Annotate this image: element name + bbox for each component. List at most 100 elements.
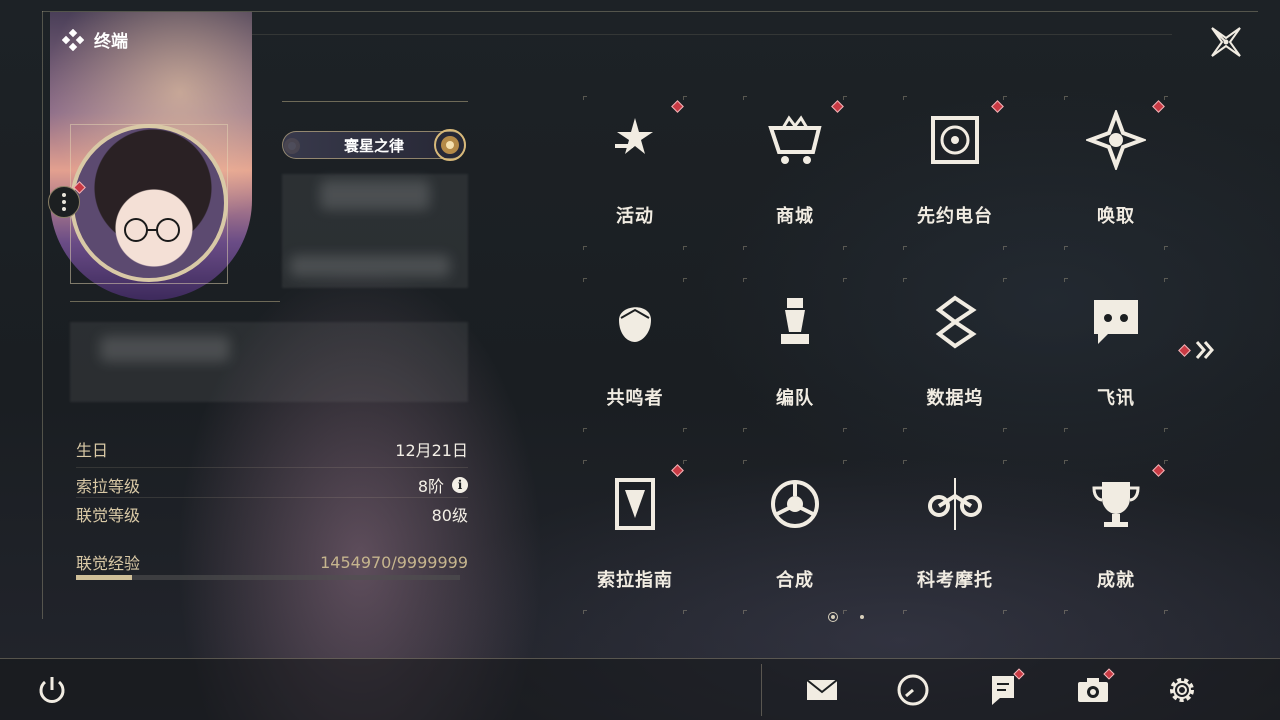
cell-corner-marker <box>1003 246 1007 250</box>
next-page-badge <box>1178 343 1191 357</box>
blurred-uid <box>290 255 450 277</box>
title-badge-text: 寰星之律 <box>343 136 404 155</box>
summon-compass-icon <box>1080 104 1152 176</box>
cell-corner-marker <box>1164 246 1168 250</box>
menu-item-badge <box>1152 464 1165 477</box>
menu-item-badge <box>671 100 684 113</box>
motorbike-icon <box>928 478 982 530</box>
menu-item-label: 唤取 <box>1097 206 1135 227</box>
info-value: 8阶 <box>417 477 444 496</box>
info-row-birthday: 生日 12月21日 <box>76 437 468 461</box>
menu-item-activity[interactable]: 活动 <box>585 98 685 248</box>
cell-corner-marker <box>843 278 847 282</box>
cell-corner-marker <box>1064 428 1068 432</box>
power-button[interactable] <box>32 670 72 710</box>
cell-corner-marker <box>1003 428 1007 432</box>
info-value: 80级 <box>431 506 468 525</box>
menu-item-label: 数据坞 <box>926 388 984 409</box>
menu-item-synthesis[interactable]: 合成 <box>745 462 845 612</box>
cell-corner-marker <box>843 460 847 464</box>
cell-corner-marker <box>743 246 747 250</box>
info-icon[interactable]: i <box>452 477 468 493</box>
menu-item-resonator-profile[interactable]: 共鸣者 <box>585 280 685 430</box>
blurred-signature-area <box>70 322 468 402</box>
guide-book-icon <box>615 478 655 530</box>
double-chevron-right-icon <box>1195 341 1214 359</box>
menu-item-motorbike[interactable]: 科考摩托 <box>905 462 1005 612</box>
terminal-title: 终端 <box>62 27 128 52</box>
profile-options-button[interactable] <box>48 186 80 218</box>
resonator-profile-icon <box>619 307 651 342</box>
menu-item-achievement-trophy[interactable]: 成就 <box>1066 462 1166 612</box>
menu-item-badge <box>831 100 844 113</box>
settings-gear-icon <box>1170 678 1194 702</box>
cell-corner-marker <box>583 460 587 464</box>
page-dot[interactable] <box>860 615 864 619</box>
info-row-sola-level: 索拉等级 8阶 i <box>76 473 468 497</box>
menu-item-label: 先约电台 <box>917 206 993 227</box>
row-separator <box>76 497 468 498</box>
menu-item-label: 飞讯 <box>1097 388 1135 409</box>
cell-corner-marker <box>683 278 687 282</box>
menu-item-label: 科考摩托 <box>917 570 993 591</box>
next-page-button[interactable] <box>1178 337 1218 363</box>
cell-corner-marker <box>683 246 687 250</box>
shop-cart-icon <box>759 104 831 176</box>
cell-corner-marker <box>1164 278 1168 282</box>
menu-item-summon-compass[interactable]: 唤取 <box>1066 98 1166 248</box>
terminal-title-text: 终端 <box>94 32 128 52</box>
cell-corner-marker <box>903 246 907 250</box>
menu-item-data-dock[interactable]: 数据坞 <box>905 280 1005 430</box>
menu-item-badge <box>991 100 1004 113</box>
page-dot-active[interactable] <box>828 612 838 622</box>
info-label: 联觉等级 <box>76 506 141 525</box>
menu-item-label: 索拉指南 <box>597 570 673 591</box>
synthesis-icon <box>759 468 831 540</box>
avatar-frame <box>70 124 228 284</box>
menu-item-message-chat[interactable]: 飞讯 <box>1066 280 1166 430</box>
cell-corner-marker <box>1003 610 1007 614</box>
close-icon[interactable] <box>1206 22 1246 62</box>
cell-corner-marker <box>1064 96 1068 100</box>
notice-button[interactable] <box>983 668 1025 710</box>
cell-corner-marker <box>1003 278 1007 282</box>
row-separator <box>76 467 468 468</box>
menu-item-label: 活动 <box>616 206 654 227</box>
info-value: 12月21日 <box>395 441 468 460</box>
menu-item-radio-turntable[interactable]: 先约电台 <box>905 98 1005 248</box>
menu-item-label: 成就 <box>1097 570 1135 591</box>
cell-corner-marker <box>1164 610 1168 614</box>
badge-orb-right-icon <box>434 129 466 161</box>
cell-corner-marker <box>583 428 587 432</box>
menu-item-badge <box>1152 100 1165 113</box>
menu-item-guide-book[interactable]: 索拉指南 <box>585 462 685 612</box>
cell-corner-marker <box>683 96 687 100</box>
cell-corner-marker <box>583 278 587 282</box>
more-dots-icon <box>62 193 66 211</box>
info-value-group: 8阶 i <box>418 473 468 497</box>
cell-corner-marker <box>903 96 907 100</box>
menu-item-team-chess[interactable]: 编队 <box>745 280 845 430</box>
mail-icon <box>806 679 838 700</box>
mail-button[interactable] <box>802 670 842 710</box>
camera-button[interactable] <box>1073 668 1115 710</box>
terminal-diamond-icon <box>62 28 84 51</box>
page-indicator <box>828 612 864 622</box>
cell-corner-marker <box>743 428 747 432</box>
cell-corner-marker <box>903 460 907 464</box>
exp-progress-fill <box>76 575 132 580</box>
menu-item-badge <box>671 464 684 477</box>
notice-icon <box>992 676 1014 705</box>
radio-turntable-icon <box>919 104 991 176</box>
cell-corner-marker <box>683 610 687 614</box>
cell-corner-marker <box>903 278 907 282</box>
cell-corner-marker <box>1164 428 1168 432</box>
radio-turntable-icon <box>931 116 979 164</box>
cell-corner-marker <box>1064 460 1068 464</box>
settings-button[interactable] <box>1162 670 1202 710</box>
menu-item-shop-cart[interactable]: 商城 <box>745 98 845 248</box>
cell-corner-marker <box>743 278 747 282</box>
clock-button[interactable] <box>893 670 933 710</box>
cell-corner-marker <box>743 610 747 614</box>
data-dock-icon <box>935 295 977 349</box>
